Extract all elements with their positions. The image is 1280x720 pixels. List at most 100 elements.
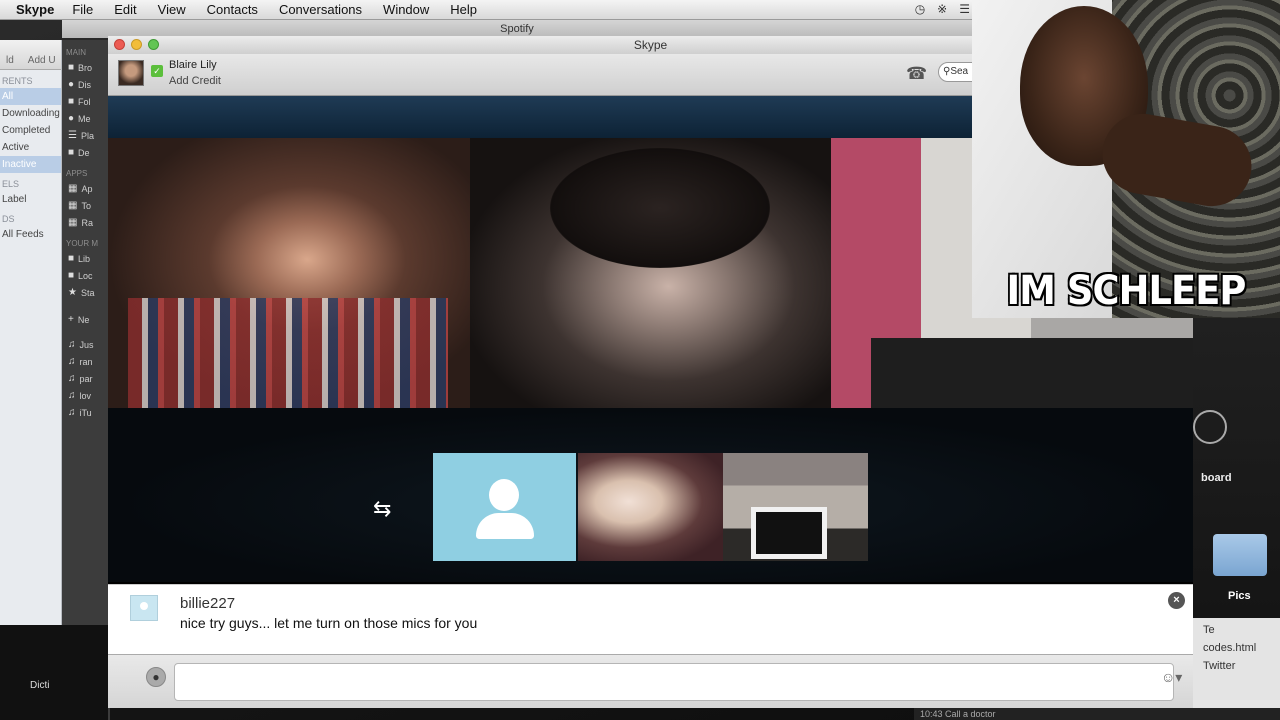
- sidebar-icon: ☰: [68, 130, 77, 141]
- filter-item-completed[interactable]: Completed: [0, 122, 61, 139]
- dashboard-icon[interactable]: [1193, 410, 1227, 444]
- menu-conversations[interactable]: Conversations: [279, 2, 362, 17]
- search-placeholder: Sea: [950, 66, 969, 77]
- meme-overlay-image: IM SCHLEEP: [972, 0, 1280, 318]
- background-toolbar-item[interactable]: ld: [6, 55, 14, 66]
- bookmark-item[interactable]: codes.html: [1193, 636, 1280, 654]
- background-toolbar: ld Add U: [0, 40, 61, 70]
- sidebar-item-label: Loc: [78, 270, 93, 281]
- filter-item-all-feeds[interactable]: All Feeds: [0, 226, 61, 243]
- menu-view[interactable]: View: [158, 2, 186, 17]
- filter-item-active[interactable]: Active: [0, 139, 61, 156]
- right-desktop-area: board Pics Te codes.html Twitter: [1193, 318, 1280, 720]
- sidebar-item[interactable]: ★ Sta: [62, 284, 110, 301]
- sidebar-item[interactable]: ■ De: [62, 144, 110, 161]
- plus-icon: +: [68, 314, 74, 325]
- background-toolbar-item[interactable]: Add U: [28, 55, 56, 66]
- playlist-item[interactable]: ♫ ran: [62, 353, 110, 370]
- online-status-icon[interactable]: ✓: [151, 65, 163, 77]
- music-note-icon: ♫: [68, 390, 76, 401]
- sidebar-item[interactable]: ▦ Ra: [62, 214, 110, 231]
- microphone-icon[interactable]: ●: [146, 667, 166, 687]
- playlist-item[interactable]: ♫ par: [62, 370, 110, 387]
- call-stage: ⇆: [108, 408, 1193, 582]
- sidebar-item-label: Pla: [80, 130, 94, 141]
- thumbnail-no-video[interactable]: [433, 453, 576, 561]
- bluetooth-icon[interactable]: ※: [937, 2, 947, 16]
- sidebar-item[interactable]: ● Dis: [62, 76, 110, 93]
- background-transfer-window: ld Add U RENTS All Downloading Completed…: [0, 40, 62, 625]
- menu-file[interactable]: File: [72, 2, 93, 17]
- new-playlist-item[interactable]: + Ne: [62, 311, 110, 328]
- playlist-item[interactable]: ♫ lov: [62, 387, 110, 404]
- sidebar-icon: ■: [68, 253, 75, 264]
- swap-video-icon[interactable]: ⇆: [373, 496, 391, 522]
- sidebar-item-label: Dis: [78, 79, 92, 90]
- playlist-item[interactable]: ♫ Jus: [62, 336, 110, 353]
- sidebar-section-your-music: YOUR M: [66, 239, 98, 248]
- filter-item-inactive[interactable]: Inactive: [0, 156, 61, 173]
- sidebar-item[interactable]: ▦ Ap: [62, 180, 110, 197]
- menu-contacts[interactable]: Contacts: [207, 2, 258, 17]
- folder-icon[interactable]: [1213, 534, 1267, 576]
- profile-name[interactable]: Blaire Lily: [169, 59, 217, 71]
- sidebar-item[interactable]: ☰ Pla: [62, 127, 110, 144]
- music-note-icon: ♫: [68, 373, 76, 384]
- bookmark-item[interactable]: Twitter: [1193, 654, 1280, 672]
- sidebar-item[interactable]: ● Me: [62, 110, 110, 127]
- sidebar-icon: ■: [68, 96, 75, 107]
- playlist-label: par: [79, 373, 93, 384]
- chat-username[interactable]: billie227: [180, 595, 235, 612]
- message-composer: ● ☺▾: [108, 654, 1193, 708]
- sidebar-item-label: Me: [78, 113, 91, 124]
- filter-item-label[interactable]: Label: [0, 191, 61, 208]
- zoom-window-button[interactable]: [148, 39, 159, 50]
- section-header: RENTS: [2, 76, 33, 86]
- avatar[interactable]: [118, 60, 144, 86]
- sidebar-item[interactable]: ■ Bro: [62, 59, 110, 76]
- chat-notification: billie227 nice try guys... let me turn o…: [108, 584, 1193, 654]
- playlist-label: ran: [79, 356, 93, 367]
- menu-help[interactable]: Help: [450, 2, 477, 17]
- menu-window[interactable]: Window: [383, 2, 429, 17]
- sidebar-item[interactable]: ■ Fol: [62, 93, 110, 110]
- message-input[interactable]: [174, 663, 1174, 701]
- close-window-button[interactable]: [114, 39, 125, 50]
- dashboard-label[interactable]: board: [1201, 472, 1232, 484]
- menubar-status-icons: ◷ ※ ☰: [915, 2, 970, 16]
- close-icon[interactable]: ×: [1168, 592, 1185, 609]
- emoticon-icon[interactable]: ☺▾: [1161, 669, 1182, 686]
- menu-app-name[interactable]: Skype: [16, 2, 54, 17]
- user-silhouette-head: [489, 479, 519, 511]
- sidebar-icon: ■: [68, 270, 75, 281]
- wifi-icon[interactable]: ☰: [959, 2, 970, 16]
- sidebar-icon: ▦: [68, 200, 78, 211]
- thumbnail-participant-video[interactable]: [578, 453, 723, 561]
- sidebar-item[interactable]: ■ Lib: [62, 250, 110, 267]
- playlist-item[interactable]: ♫ iTu: [62, 404, 110, 421]
- filter-item-all[interactable]: All: [0, 88, 61, 105]
- video-feed-participant-1[interactable]: [108, 138, 470, 408]
- thumbnail-room-video[interactable]: [723, 453, 868, 561]
- folder-label[interactable]: Pics: [1228, 590, 1251, 602]
- sidebar-item[interactable]: ▦ To: [62, 197, 110, 214]
- sidebar-item[interactable]: ■ Loc: [62, 267, 110, 284]
- background-status-bar: 10:43 Call a doctor: [914, 708, 1280, 720]
- bookmark-item[interactable]: Te: [1193, 618, 1280, 636]
- music-note-icon: ♫: [68, 339, 76, 350]
- dock-area: [0, 625, 108, 720]
- phone-icon[interactable]: ☎: [906, 64, 927, 84]
- sidebar-item-label: To: [81, 200, 91, 211]
- playlist-label: iTu: [79, 407, 92, 418]
- sidebar-item-label: De: [78, 147, 90, 158]
- sidebar-icon: ■: [68, 62, 75, 73]
- playlist-label: lov: [79, 390, 92, 401]
- dock-item-dictionary[interactable]: Dicti: [30, 680, 49, 691]
- filter-item-downloading[interactable]: Downloading: [0, 105, 61, 122]
- video-feed-participant-2[interactable]: [470, 138, 831, 408]
- sidebar-section-apps: APPS: [66, 169, 88, 178]
- minimize-window-button[interactable]: [131, 39, 142, 50]
- menu-edit[interactable]: Edit: [114, 2, 136, 17]
- time-machine-icon[interactable]: ◷: [915, 2, 925, 16]
- add-credit-link[interactable]: Add Credit: [169, 75, 221, 87]
